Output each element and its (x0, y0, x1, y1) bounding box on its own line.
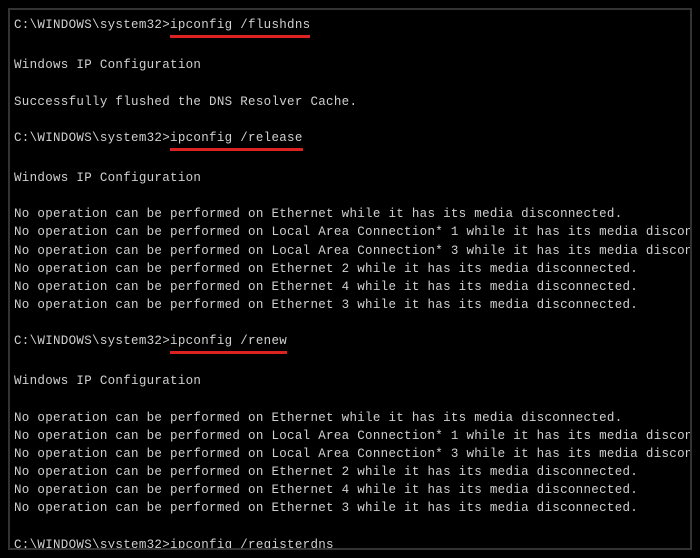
output-ethernet: No operation can be performed on Etherne… (14, 205, 686, 223)
command-release: ipconfig /release (170, 129, 303, 151)
blank-line (14, 391, 686, 409)
output-flushdns-success: Successfully flushed the DNS Resolver Ca… (14, 93, 686, 111)
prompt-text: C:\WINDOWS\system32> (14, 334, 170, 348)
output-ethernet4: No operation can be performed on Etherne… (14, 278, 686, 296)
output-header: Windows IP Configuration (14, 372, 686, 390)
output-header: Windows IP Configuration (14, 56, 686, 74)
blank-line (14, 74, 686, 92)
prompt-text: C:\WINDOWS\system32> (14, 18, 170, 32)
prompt-flushdns: C:\WINDOWS\system32>ipconfig /flushdns (14, 16, 686, 38)
command-renew: ipconfig /renew (170, 332, 287, 354)
prompt-text: C:\WINDOWS\system32> (14, 131, 170, 145)
prompt-release: C:\WINDOWS\system32>ipconfig /release (14, 129, 686, 151)
blank-line (14, 151, 686, 169)
output-ethernet2: No operation can be performed on Etherne… (14, 260, 686, 278)
output-header: Windows IP Configuration (14, 169, 686, 187)
blank-line (14, 38, 686, 56)
blank-line (14, 517, 686, 535)
terminal-window[interactable]: C:\WINDOWS\system32>ipconfig /flushdns W… (8, 8, 692, 550)
blank-line (14, 111, 686, 129)
output-lac1: No operation can be performed on Local A… (14, 223, 686, 241)
output-lac3: No operation can be performed on Local A… (14, 242, 686, 260)
output-ethernet2: No operation can be performed on Etherne… (14, 463, 686, 481)
prompt-registerdns: C:\WINDOWS\system32>ipconfig /registerdn… (14, 536, 686, 551)
blank-line (14, 187, 686, 205)
output-ethernet3: No operation can be performed on Etherne… (14, 499, 686, 517)
command-registerdns: ipconfig /registerdns (170, 536, 334, 551)
command-flushdns: ipconfig /flushdns (170, 16, 310, 38)
output-ethernet3: No operation can be performed on Etherne… (14, 296, 686, 314)
blank-line (14, 314, 686, 332)
output-lac1: No operation can be performed on Local A… (14, 427, 686, 445)
output-ethernet: No operation can be performed on Etherne… (14, 409, 686, 427)
blank-line (14, 354, 686, 372)
output-ethernet4: No operation can be performed on Etherne… (14, 481, 686, 499)
output-lac3: No operation can be performed on Local A… (14, 445, 686, 463)
prompt-renew: C:\WINDOWS\system32>ipconfig /renew (14, 332, 686, 354)
prompt-text: C:\WINDOWS\system32> (14, 538, 170, 551)
